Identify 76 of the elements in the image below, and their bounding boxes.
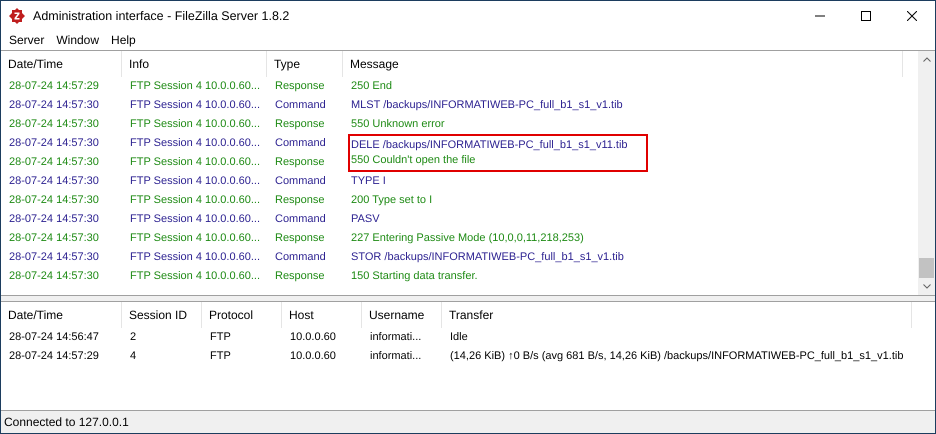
table-cell-text: FTP Session 4 10.0.0.60... xyxy=(129,117,262,132)
table-cell-text: 28-07-24 14:56:47 xyxy=(8,330,100,345)
table-cell-text: 10.0.0.60 xyxy=(289,349,337,364)
table-cell-text: Response xyxy=(274,155,326,170)
table-cell-text: Command xyxy=(274,136,327,151)
table-cell-text: FTP Session 4 10.0.0.60... xyxy=(129,98,262,113)
table-cell: MLST /backups/INFORMATIWEB-PC_full_b1_s1_v1.tib xyxy=(351,98,623,113)
table-cell-text: 28-07-24 14:57:30 xyxy=(8,155,100,170)
status-text: Connected to 127.0.0.1 xyxy=(4,415,129,429)
menu-item[interactable]: Server xyxy=(3,33,50,47)
table-cell: 200 Type set to I xyxy=(351,193,432,208)
table-cell: TYPE I xyxy=(351,174,386,189)
highlighted-message: DELE /backups/INFORMATIWEB-PC_full_b1_s1_v11.tib xyxy=(348,134,648,153)
table-cell: 150 Starting data transfer. xyxy=(351,269,478,284)
table-cell-text: 28-07-24 14:57:30 xyxy=(8,174,100,189)
table-cell: 550 Unknown error xyxy=(351,117,445,132)
table-cell-text: Response xyxy=(274,193,326,208)
maximize-icon[interactable] xyxy=(861,10,871,20)
table-cell-text: 4 xyxy=(129,349,138,364)
menu-item[interactable]: Help xyxy=(105,33,142,47)
column-header[interactable]: Protocol xyxy=(202,302,282,328)
table-cell-text: FTP xyxy=(209,330,232,345)
table-cell-text: FTP Session 4 10.0.0.60... xyxy=(129,174,262,189)
table-cell-text: informati... xyxy=(369,349,422,364)
app-logo-icon xyxy=(9,8,25,24)
table-cell-text: FTP Session 4 10.0.0.60... xyxy=(129,155,262,170)
table-cell-text: (14,26 KiB) ↑0 B/s (avg 681 B/s, 14,26 KiB) /backups/INFORMATIWEB-PC_full_b1_s1_v1.tib xyxy=(449,349,904,364)
table-cell-text: informati... xyxy=(369,330,422,345)
window-title: Administration interface - FileZilla Server 1.8.2 xyxy=(33,8,290,22)
table-cell-text: 28-07-24 14:57:30 xyxy=(8,269,100,284)
table-cell-text: FTP Session 4 10.0.0.60... xyxy=(129,269,262,284)
scroll-thumb[interactable] xyxy=(919,258,934,278)
column-header[interactable]: Date/Time xyxy=(1,51,122,77)
table-cell-text: 28-07-24 14:57:30 xyxy=(8,193,100,208)
table-cell-text: 28-07-24 14:57:30 xyxy=(8,117,100,132)
column-header[interactable]: Type xyxy=(267,51,343,77)
table-cell-text: 10.0.0.60 xyxy=(289,330,337,345)
table-cell: STOR /backups/INFORMATIWEB-PC_full_b1_s1_v1.tib xyxy=(351,250,624,265)
table-cell-text: 28-07-24 14:57:29 xyxy=(8,79,100,94)
table-cell-text: Command xyxy=(274,98,327,113)
scrollbar[interactable] xyxy=(918,51,935,295)
table-cell-text: 28-07-24 14:57:29 xyxy=(8,349,100,364)
table-cell-text: Command xyxy=(274,212,327,227)
column-header[interactable]: Session ID xyxy=(122,302,202,328)
column-header[interactable]: Host xyxy=(282,302,362,328)
table-cell-text: FTP Session 4 10.0.0.60... xyxy=(129,136,262,151)
table-cell-text: 28-07-24 14:57:30 xyxy=(8,98,100,113)
table-cell-text: FTP Session 4 10.0.0.60... xyxy=(129,79,262,94)
table-cell-text: 2 xyxy=(129,330,138,345)
close-icon[interactable] xyxy=(907,10,917,20)
table-cell-text: Response xyxy=(274,79,326,94)
table-cell-text: FTP Session 4 10.0.0.60... xyxy=(129,212,262,227)
table-cell-text: 28-07-24 14:57:30 xyxy=(8,212,100,227)
table-cell-text: Idle xyxy=(449,330,469,345)
table-cell-text: 28-07-24 14:57:30 xyxy=(8,250,100,265)
column-header[interactable]: Date/Time xyxy=(1,302,122,328)
column-header[interactable]: Username xyxy=(362,302,442,328)
table-cell: 250 End xyxy=(351,79,392,94)
column-header[interactable]: Transfer xyxy=(442,302,912,328)
table-cell-text: 28-07-24 14:57:30 xyxy=(8,231,100,246)
table-cell: PASV xyxy=(351,212,380,227)
table-cell: 227 Entering Passive Mode (10,0,0,11,218,253) xyxy=(351,231,584,246)
column-header[interactable]: Info xyxy=(122,51,267,77)
highlighted-message: 550 Couldn't open the file xyxy=(348,153,648,172)
table-cell-text: FTP xyxy=(209,349,232,364)
table-cell-text: 28-07-24 14:57:30 xyxy=(8,136,100,151)
table-cell-text: Command xyxy=(274,250,327,265)
table-cell-text: FTP Session 4 10.0.0.60... xyxy=(129,231,262,246)
column-header[interactable]: Message xyxy=(343,51,903,77)
table-cell-text: Response xyxy=(274,269,326,284)
table-cell-text: Response xyxy=(274,231,326,246)
menu-item[interactable]: Window xyxy=(50,33,106,47)
table-cell-text: Response xyxy=(274,117,326,132)
table-cell-text: FTP Session 4 10.0.0.60... xyxy=(129,193,262,208)
table-cell-text: FTP Session 4 10.0.0.60... xyxy=(129,250,262,265)
table-cell-text: Command xyxy=(274,174,327,189)
